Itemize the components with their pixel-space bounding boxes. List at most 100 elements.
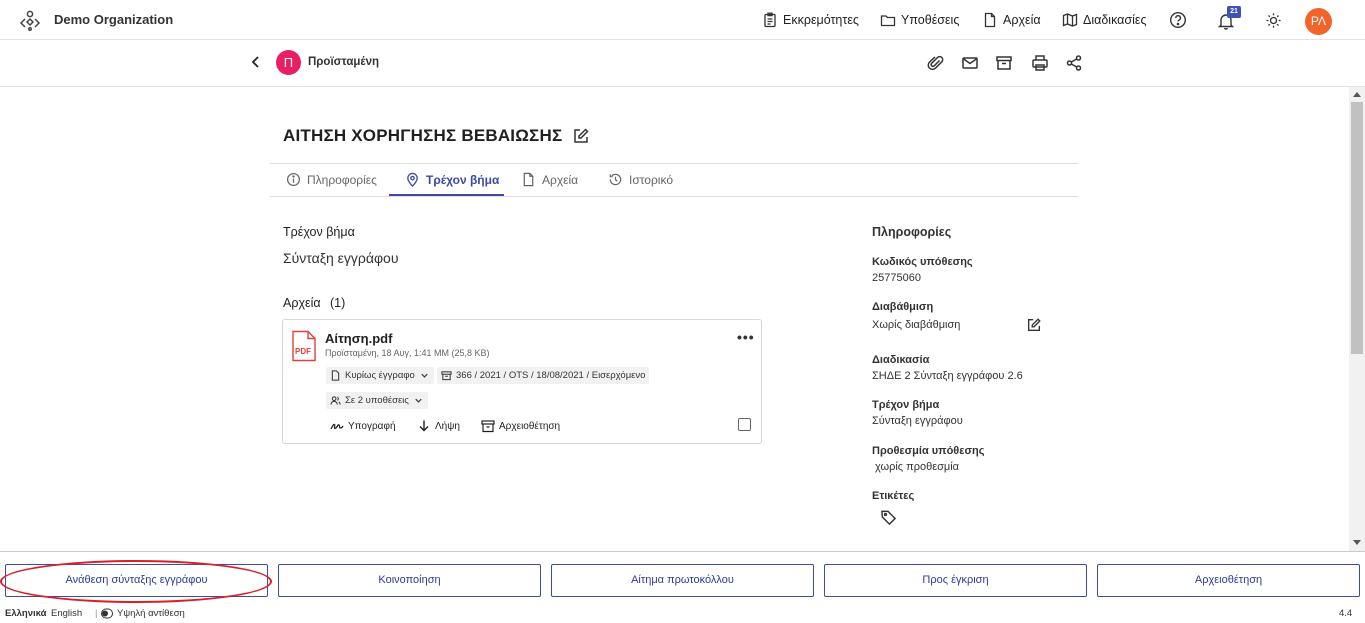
map-icon — [1062, 13, 1078, 27]
mail-icon[interactable] — [961, 54, 979, 72]
tab-current-step-label: Τρέχον βήμα — [426, 172, 500, 187]
chevron-down-icon — [421, 373, 428, 378]
folder-icon — [880, 15, 896, 27]
tab-history[interactable]: Ιστορικό — [608, 172, 673, 187]
language-english[interactable]: English — [51, 608, 82, 619]
users-icon — [330, 396, 341, 405]
footer-separator: | — [95, 608, 98, 619]
user-avatar[interactable]: ΡΛ — [1305, 8, 1332, 35]
procedure-value: ΣΗΔΕ 2 Σύνταξη εγγράφου 2.6 — [872, 370, 1023, 382]
file-card[interactable]: PDF Αίτηση.pdf Προϊσταμένη, 18 Αυγ, 1:41… — [282, 319, 762, 444]
sign-button[interactable]: Υπογραφή — [330, 419, 396, 433]
clipboard-icon — [764, 12, 776, 28]
app-version: 4.4 — [1339, 608, 1353, 619]
assignee-name: Προϊσταμένη — [308, 56, 380, 68]
protocol-label: 366 / 2021 / OTS / 18/08/2021 / Εισερχόμ… — [456, 370, 646, 381]
tabs-divider-bottom — [270, 196, 1078, 197]
notification-badge: 21 — [1227, 6, 1241, 18]
nav-cases-label: Υποθέσεις — [901, 13, 960, 27]
assignee-avatar: Π — [276, 50, 301, 75]
classification-label: Διαβάθμιση — [872, 301, 934, 313]
print-icon[interactable] — [1031, 54, 1049, 72]
step-label: Τρέχον βήμα — [872, 399, 940, 411]
theme-toggle-icon[interactable] — [1265, 12, 1282, 29]
download-arrow-icon — [419, 420, 429, 432]
nav-procedures-label: Διαδικασίες — [1083, 13, 1147, 27]
info-icon — [286, 172, 301, 187]
scroll-down-arrow-icon[interactable] — [1353, 540, 1361, 545]
download-button[interactable]: Λήψη — [417, 419, 460, 433]
nav-pending[interactable]: Εκκρεμότητες — [762, 12, 859, 28]
case-title: ΑΙΤΗΣΗ ΧΟΡΗΓΗΣΗΣ ΒΕΒΑΙΩΣΗΣ — [283, 126, 563, 145]
linked-cases-label: Σε 2 υποθέσεις — [345, 395, 409, 406]
sign-label: Υπογραφή — [348, 420, 396, 432]
send-for-approval-button[interactable]: Προς έγκριση — [824, 564, 1087, 597]
file-type-label: Κυρίως έγγραφο — [345, 370, 415, 381]
signature-icon — [330, 423, 344, 430]
back-arrow-icon[interactable] — [248, 54, 264, 70]
linked-cases-dropdown[interactable]: Σε 2 υποθέσεις — [326, 392, 428, 409]
case-toolbar: Π Προϊσταμένη — [0, 40, 1365, 87]
current-step-heading: Τρέχον βήμα — [283, 225, 355, 239]
share-icon[interactable] — [1065, 54, 1083, 72]
chevron-down-icon — [415, 398, 422, 403]
nav-files-label: Αρχεία — [1003, 13, 1041, 27]
edit-title-icon[interactable] — [572, 127, 590, 145]
tab-files[interactable]: Αρχεία — [521, 172, 578, 187]
file-archive-button[interactable]: Αρχειοθέτηση — [481, 419, 560, 433]
protocol-chip[interactable]: 366 / 2021 / OTS / 18/08/2021 / Εισερχόμ… — [437, 367, 650, 384]
scrollbar-thumb[interactable] — [1351, 102, 1363, 354]
file-type-dropdown[interactable]: Κυρίως έγγραφο — [326, 367, 434, 384]
scroll-up-arrow-icon[interactable] — [1353, 92, 1361, 97]
protocol-request-button[interactable]: Αίτημα πρωτοκόλλου — [551, 564, 814, 597]
tab-info-label: Πληροφορίες — [307, 172, 377, 187]
step-value: Σύνταξη εγγράφου — [872, 415, 963, 427]
attachment-icon[interactable] — [927, 54, 945, 72]
files-count: (1) — [330, 296, 346, 310]
tab-files-label: Αρχεία — [542, 172, 579, 187]
edit-classification-icon[interactable] — [1026, 317, 1042, 333]
organization-logo-icon[interactable] — [18, 8, 42, 32]
download-label: Λήψη — [435, 420, 460, 432]
tag-icon[interactable] — [880, 509, 897, 526]
info-panel-heading: Πληροφορίες — [872, 225, 952, 239]
file-archive-label: Αρχειοθέτηση — [499, 420, 561, 432]
language-greek[interactable]: Ελληνικά — [5, 608, 46, 619]
case-code-value: 25775060 — [872, 272, 921, 284]
case-code-label: Κωδικός υπόθεσης — [872, 256, 973, 268]
history-icon — [609, 173, 622, 186]
pdf-file-icon: PDF — [292, 330, 316, 362]
classification-value: Χωρίς διαβάθμιση — [872, 319, 961, 331]
deadline-label: Προθεσμία υπόθεσης — [872, 445, 985, 457]
high-contrast-label[interactable]: Υψηλή αντίθεση — [117, 608, 185, 619]
notify-button[interactable]: Κοινοποίηση — [278, 564, 541, 597]
nav-files[interactable]: Αρχεία — [982, 12, 1041, 28]
archive-icon[interactable] — [995, 54, 1013, 72]
archive-icon — [481, 420, 495, 433]
files-heading: Αρχεία — [283, 296, 321, 310]
file-select-checkbox[interactable] — [738, 418, 751, 431]
file-more-menu-button[interactable]: ••• — [737, 329, 755, 345]
procedure-label: Διαδικασία — [872, 354, 930, 366]
archive-icon — [441, 371, 452, 381]
nav-procedures[interactable]: Διαδικασίες — [1062, 12, 1147, 28]
help-icon[interactable] — [1169, 11, 1187, 29]
current-step-value: Σύνταξη εγγράφου — [283, 250, 399, 266]
deadline-value: χωρίς προθεσμία — [875, 461, 960, 473]
tabs-divider-top — [270, 163, 1078, 164]
organization-name: Demo Organization — [54, 12, 174, 27]
tab-history-label: Ιστορικό — [629, 172, 674, 187]
top-bar: Demo Organization Εκκρεμότητες Υποθέσεις… — [0, 0, 1365, 40]
file-icon — [984, 12, 996, 28]
location-pin-icon — [407, 172, 418, 187]
file-name[interactable]: Αίτηση.pdf — [325, 331, 392, 346]
tags-label: Ετικέτες — [872, 490, 915, 502]
tab-info[interactable]: Πληροφορίες — [286, 172, 377, 187]
nav-cases[interactable]: Υποθέσεις — [880, 12, 959, 28]
highlight-annotation — [0, 560, 272, 603]
tab-current-step[interactable]: Τρέχον βήμα — [405, 172, 499, 187]
file-icon — [523, 172, 534, 187]
archive-case-button[interactable]: Αρχειοθέτηση — [1097, 564, 1360, 597]
contrast-toggle-icon[interactable] — [101, 608, 113, 619]
file-icon — [331, 370, 340, 381]
